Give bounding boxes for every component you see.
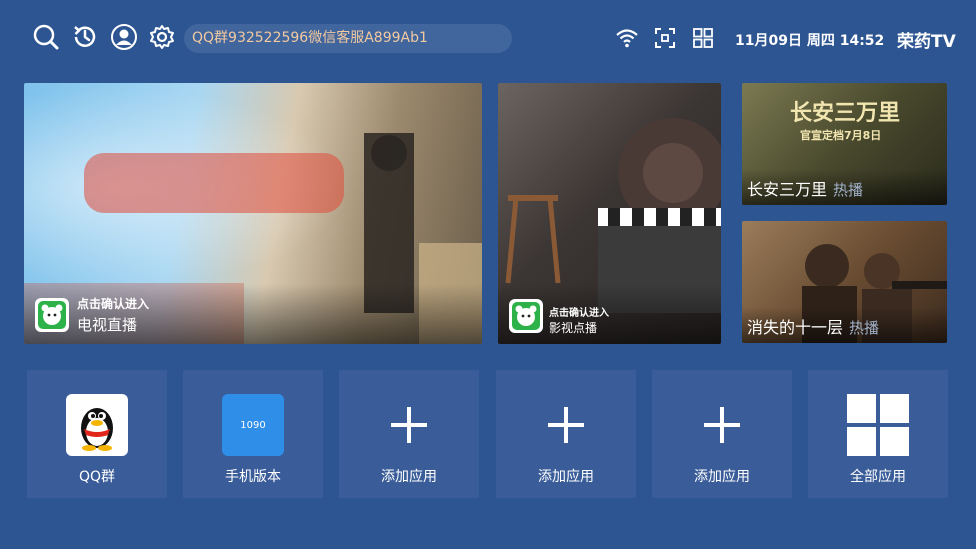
search-icon[interactable] — [32, 23, 60, 51]
app-phone-version[interactable]: 1090 手机版本 — [183, 370, 323, 498]
add-app-button[interactable]: 添加应用 — [339, 370, 479, 498]
show-title-text: 消失的十一层 — [747, 318, 844, 337]
all-apps-button[interactable]: 全部应用 — [808, 370, 948, 498]
live-tv-title: 电视直播 — [77, 316, 138, 334]
app-badge-icon — [509, 299, 543, 333]
hot-tag: 热播 — [849, 319, 880, 337]
datetime-display: 11月09日 周四 14:52 — [735, 33, 885, 49]
featured-show-tile[interactable]: 消失的十一层 热播 — [742, 221, 947, 343]
hot-tag: 热播 — [833, 181, 864, 199]
show-title: 长安三万里 热播 — [747, 176, 863, 200]
app-badge-icon — [35, 298, 69, 332]
app-label: QQ群 — [78, 469, 116, 485]
qq-penguin-icon — [66, 394, 128, 456]
phone-version-icon: 1090 — [222, 394, 284, 456]
app-qq-group[interactable]: QQ群 — [27, 370, 167, 498]
gear-icon[interactable] — [148, 23, 176, 51]
show-title: 消失的十一层 热播 — [747, 314, 879, 338]
wifi-icon — [615, 26, 639, 50]
video-on-demand-tile[interactable]: 点击确认进入 影视点播 — [498, 83, 721, 344]
show-title-text: 长安三万里 — [747, 180, 828, 199]
history-icon[interactable] — [71, 23, 99, 51]
brand-logo-text: 荣药TV — [897, 32, 956, 52]
all-apps-icon — [847, 394, 909, 456]
poster-title-art: 长安三万里 — [790, 101, 901, 126]
poster-release-text: 官宣定档7月8日 — [800, 129, 882, 142]
app-label: 添加应用 — [538, 469, 594, 485]
app-label: 添加应用 — [694, 469, 750, 485]
user-icon[interactable] — [110, 23, 138, 51]
vod-title: 影视点播 — [549, 321, 598, 335]
plus-icon — [691, 394, 753, 456]
plus-icon — [535, 394, 597, 456]
live-tv-hint: 点击确认进入 — [77, 297, 150, 311]
add-app-button[interactable]: 添加应用 — [652, 370, 792, 498]
phone-version-icon-text: 1090 — [240, 419, 266, 431]
vod-hint: 点击确认进入 — [549, 308, 609, 319]
app-label: 手机版本 — [225, 469, 281, 485]
plus-icon — [378, 394, 440, 456]
app-label: 全部应用 — [850, 469, 906, 485]
fullscreen-icon[interactable] — [653, 26, 677, 50]
featured-show-tile[interactable]: 长安三万里 官宣定档7月8日 长安三万里 热播 — [742, 83, 947, 205]
app-label: 添加应用 — [381, 469, 437, 485]
announcement-marquee: QQ群932522596微信客服A899Ab1 — [184, 24, 512, 53]
live-tv-tile[interactable]: 点击确认进入 电视直播 — [24, 83, 482, 344]
grid-icon[interactable] — [691, 26, 715, 50]
add-app-button[interactable]: 添加应用 — [496, 370, 636, 498]
top-bar: QQ群932522596微信客服A899Ab1 11月09日 周四 14:52 … — [0, 0, 976, 76]
